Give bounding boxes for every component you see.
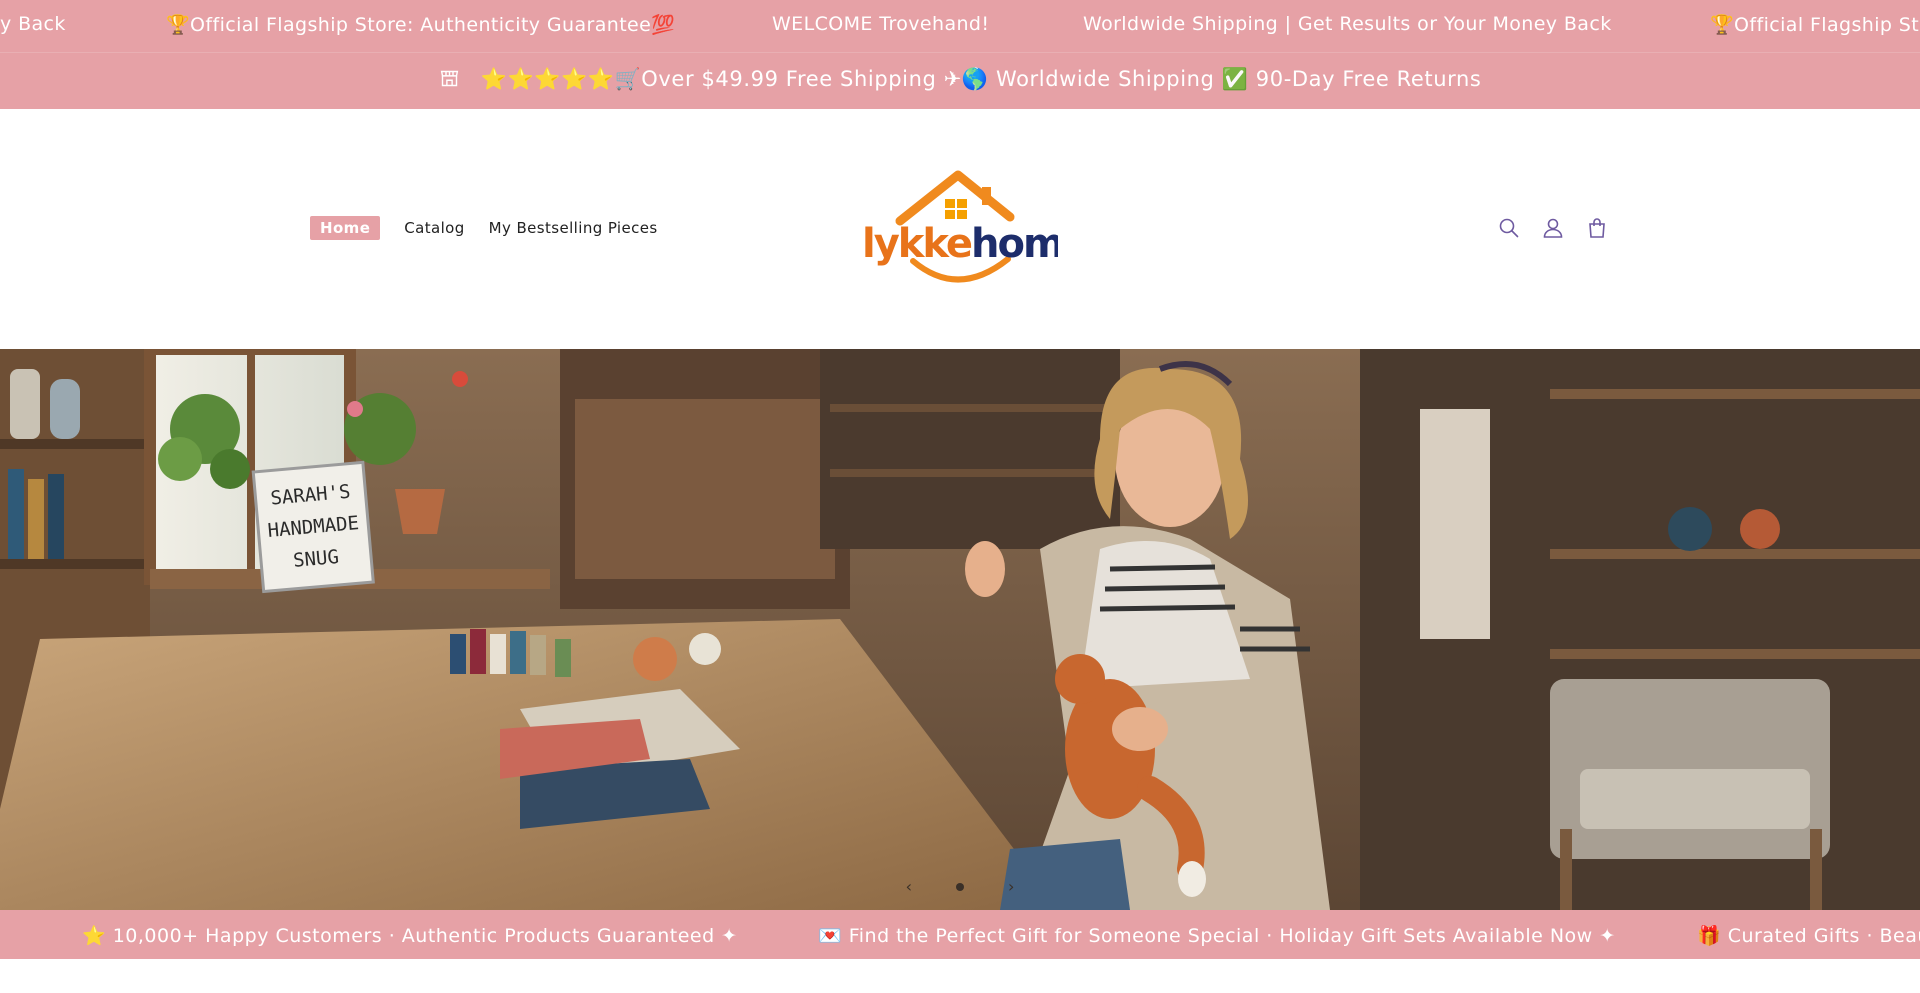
nav-link-home[interactable]: Home <box>310 216 381 240</box>
carousel-controls: ‹ › <box>0 877 1920 896</box>
marquee-message: 💌 Find the Perfect Gift for Someone Spec… <box>818 925 1616 947</box>
site-logo[interactable]: lykkehome <box>858 169 1091 284</box>
carousel-next-button[interactable]: › <box>1008 877 1014 896</box>
announcement-marquee-bottom: ⭐ 10,000+ Happy Customers · Authentic Pr… <box>0 910 1920 959</box>
announcement-bar-shipping: ⭐⭐⭐⭐⭐🛒Over $49.99 Free Shipping ✈🌎 World… <box>0 52 1920 109</box>
announcement-content: ⭐⭐⭐⭐⭐🛒Over $49.99 Free Shipping ✈🌎 World… <box>0 67 1920 92</box>
marquee-message: WELCOME Trovehand! <box>772 13 990 35</box>
hero-image: SARAH'S HANDMADE SNUG <box>0 349 1920 910</box>
carousel-prev-button[interactable]: ‹ <box>906 877 912 896</box>
main-navigation: Home Catalog My Bestselling Pieces <box>310 216 682 240</box>
logo-text-lykke: lykke <box>862 221 972 267</box>
marquee-message: 🎁 Curated Gifts · Beau <box>1697 925 1920 947</box>
hero-banner[interactable]: SARAH'S HANDMADE SNUG ‹ › <box>0 349 1920 910</box>
nav-link-catalog[interactable]: Catalog <box>404 219 464 237</box>
nav-link-bestselling[interactable]: My Bestselling Pieces <box>489 219 658 237</box>
logo-text-home: home <box>971 221 1058 267</box>
carousel-dot[interactable] <box>956 882 964 891</box>
site-header: Home Catalog My Bestselling Pieces lykke… <box>0 109 1920 349</box>
marquee-message: y Back <box>0 13 66 35</box>
announcement-text: ⭐⭐⭐⭐⭐🛒Over $49.99 Free Shipping ✈🌎 World… <box>480 67 1482 91</box>
logo-image: lykkehome <box>862 170 1091 283</box>
marquee-message: ⭐ 10,000+ Happy Customers · Authentic Pr… <box>82 925 738 947</box>
marquee-track: y Back 🏆Official Flagship Store: Authent… <box>0 0 1920 52</box>
search-icon[interactable] <box>1497 216 1521 240</box>
announcement-marquee-top: y Back 🏆Official Flagship Store: Authent… <box>0 0 1920 52</box>
svg-text:lykkehome: lykkehome <box>862 221 1058 267</box>
header-icons <box>1497 216 1629 240</box>
marquee-message: 🏆Official Flagship Store: Authenticity G… <box>166 14 676 36</box>
cart-icon[interactable] <box>1585 216 1609 240</box>
account-icon[interactable] <box>1541 216 1565 240</box>
store-icon <box>440 70 458 87</box>
marquee-message: Worldwide Shipping | Get Results or Your… <box>1083 13 1612 35</box>
hero-sign-line: SNUG <box>292 546 340 572</box>
marquee-message: 🏆Official Flagship St <box>1710 14 1920 36</box>
